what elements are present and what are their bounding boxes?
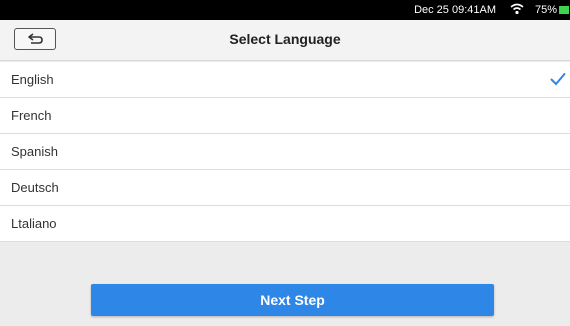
language-label: Ltaliano [11,216,57,231]
status-bar: Dec 25 09:41AM 75% [0,0,570,20]
language-label: French [11,108,52,123]
page-title: Select Language [229,31,341,47]
status-time: Dec 25 09:41AM [414,4,496,16]
checkmark-icon [550,73,566,86]
battery-icon [559,6,569,14]
wifi-icon [510,3,524,15]
language-label: English [11,72,54,87]
next-step-button[interactable]: Next Step [91,284,494,316]
language-label: Deutsch [11,180,59,195]
language-item-french[interactable]: French [0,98,570,134]
language-list: English French Spanish Deutsch Ltaliano [0,62,570,242]
language-item-spanish[interactable]: Spanish [0,134,570,170]
language-label: Spanish [11,144,58,159]
language-item-deutsch[interactable]: Deutsch [0,170,570,206]
battery-percent: 75% [534,4,557,16]
language-item-english[interactable]: English [0,62,570,98]
title-bar: Select Language [0,20,570,61]
language-item-italiano[interactable]: Ltaliano [0,206,570,242]
